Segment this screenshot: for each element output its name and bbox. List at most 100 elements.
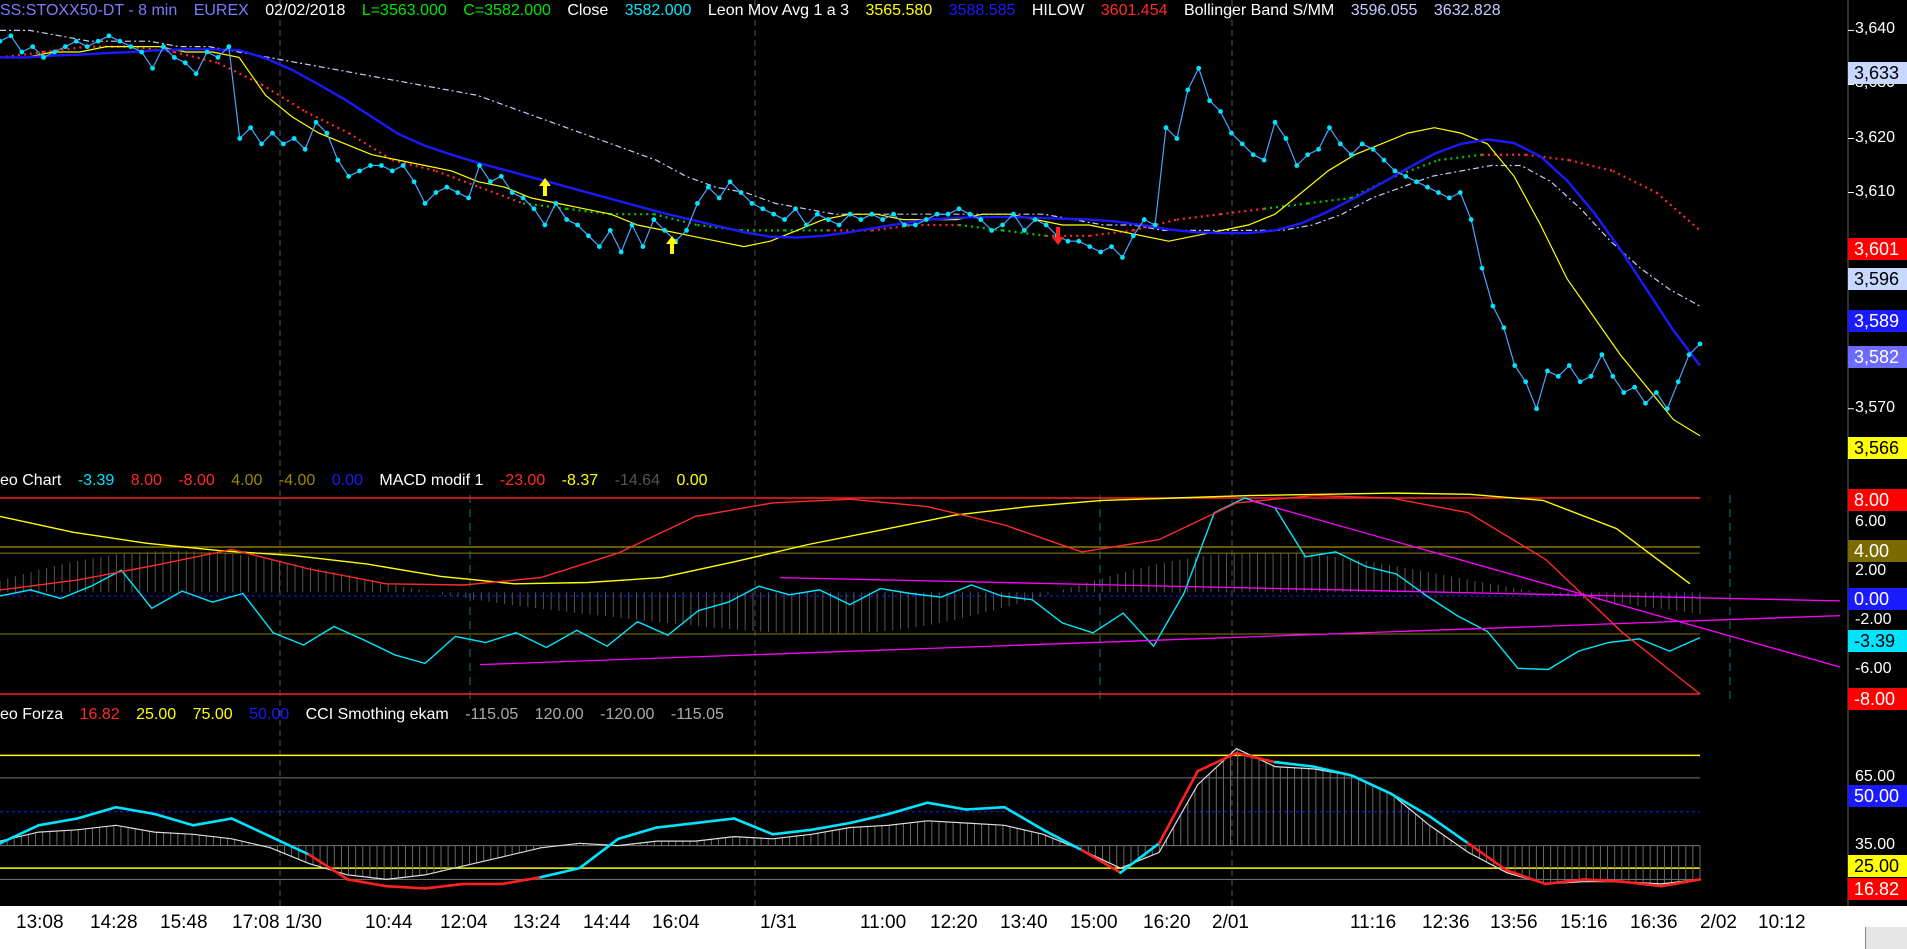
price-tag-3582: 3,582 [1848, 346, 1907, 368]
close-price-point [509, 190, 515, 195]
close-price-point [695, 200, 700, 206]
close-price-point [444, 184, 450, 190]
leo-forza-segment [423, 882, 465, 890]
close-price-point [1381, 157, 1387, 163]
close-price-point [30, 44, 36, 50]
osc-tag-0: 0.00 [1848, 588, 1907, 610]
time-tick-label: 10:12 [1758, 912, 1806, 933]
close-price-point [204, 49, 210, 55]
close-price-point [368, 163, 373, 168]
close-price-point [1250, 152, 1256, 158]
close-price-point [1327, 125, 1332, 131]
close-price-point [1359, 141, 1365, 147]
bb-v2: 3632.828 [1433, 2, 1501, 19]
close-price-point [335, 157, 341, 163]
close-price-point [1261, 157, 1267, 163]
forza-tick-label: 35.00 [1855, 835, 1896, 853]
hilow-label: HILOW [1031, 2, 1085, 19]
close-c-label: C=3582.000 [463, 2, 551, 19]
cci-label: CCI Smothing ekam [305, 706, 449, 723]
close-price-point [1534, 406, 1539, 412]
close-price-point [629, 222, 635, 228]
close-price-point [477, 163, 482, 168]
close-price-point [847, 211, 853, 217]
close-price-point [1229, 130, 1234, 136]
close-price-point [226, 44, 232, 50]
close-price-point [1109, 244, 1114, 250]
close-price-point [73, 38, 79, 44]
close-price-point [1446, 195, 1452, 201]
time-tick-label: 15:00 [1070, 912, 1118, 933]
time-tick-label: 12:20 [930, 912, 978, 933]
price-tag-3601: 3,601 [1848, 238, 1907, 260]
close-price-point [542, 222, 548, 228]
chart-window: SS:STOXX50-DT - 8 min EUREX 02/02/2018 L… [0, 0, 1907, 949]
close-price-point [1294, 163, 1300, 168]
leo-forza-segment [771, 828, 813, 836]
osc-tag-m8: -8.00 [1848, 688, 1907, 710]
close-price-point [280, 141, 286, 147]
close-price-point [1239, 141, 1245, 147]
close-price-point [1610, 373, 1616, 379]
leo-forza-segment [1505, 869, 1547, 886]
close-price-point [182, 60, 188, 66]
close-price-point [836, 222, 842, 228]
close-price-point [945, 211, 951, 217]
close-price-point [1152, 222, 1158, 228]
price-tick-label: 3,640 [1855, 20, 1896, 38]
close-price-point [215, 55, 221, 60]
time-tick-label: 13:56 [1490, 912, 1538, 933]
close-price-point [52, 49, 57, 55]
time-tick-label: 16:04 [652, 912, 700, 933]
close-price-point [139, 49, 145, 55]
close-price-point [291, 136, 297, 141]
leo-forza-segment [1389, 792, 1431, 818]
close-price-point [1316, 146, 1321, 152]
time-tick-label: 1/30 [285, 912, 322, 933]
close-price-point [553, 200, 559, 206]
leo-forza-segment [539, 866, 581, 879]
close-price-point [989, 227, 995, 233]
horizontal-scrollbar[interactable] [1865, 927, 1907, 949]
time-tick-label: 14:44 [583, 912, 631, 933]
osc-tag-339: -3.39 [1848, 630, 1907, 652]
close-price-line [0, 35, 1701, 411]
close-price-point [1141, 217, 1147, 222]
hilow-segment [1612, 169, 1657, 194]
close-price-point [1599, 352, 1605, 358]
leo-forza-label: eo Forza [0, 706, 64, 723]
time-tick-label: 16:36 [1630, 912, 1678, 933]
cci-c3: -120.00 [600, 706, 655, 723]
osc-tag-4: 4.00 [1848, 540, 1907, 562]
close-price-point [1545, 368, 1550, 374]
close-price-point [1621, 390, 1627, 395]
close-price-point [95, 38, 101, 44]
time-tick-label: 2/02 [1700, 912, 1737, 933]
leo-forza-segment [385, 884, 427, 890]
leo-forza-segment [1080, 848, 1122, 874]
close-price-point [923, 217, 929, 222]
close-price-point [389, 168, 395, 174]
leo-forza-segment [925, 801, 968, 811]
close-price-point [738, 190, 744, 195]
close-price-point [1588, 373, 1594, 379]
close-price-point [1000, 222, 1005, 228]
close-price-point [8, 33, 14, 39]
hilow-segment [1525, 153, 1570, 162]
leo-forza-segment [500, 875, 543, 886]
close-price-point [564, 217, 570, 222]
leo-forza-v3: 75.00 [192, 706, 233, 723]
macd-m1: -23.00 [499, 472, 546, 489]
close-price-point [1098, 249, 1104, 255]
leo-chart-v2: 8.00 [130, 472, 162, 489]
leo-chart-v4: 4.00 [231, 472, 263, 489]
close-price-point [760, 206, 766, 212]
cci-smoothing-line [0, 747, 1701, 885]
close-price-point [193, 71, 199, 77]
close-price-point [662, 227, 668, 233]
time-tick-label: 13:40 [1000, 912, 1048, 933]
close-price-point [1196, 65, 1202, 71]
time-tick-label: 11:16 [1350, 912, 1397, 933]
close-price-point [607, 227, 613, 233]
close-price-point [684, 227, 689, 233]
